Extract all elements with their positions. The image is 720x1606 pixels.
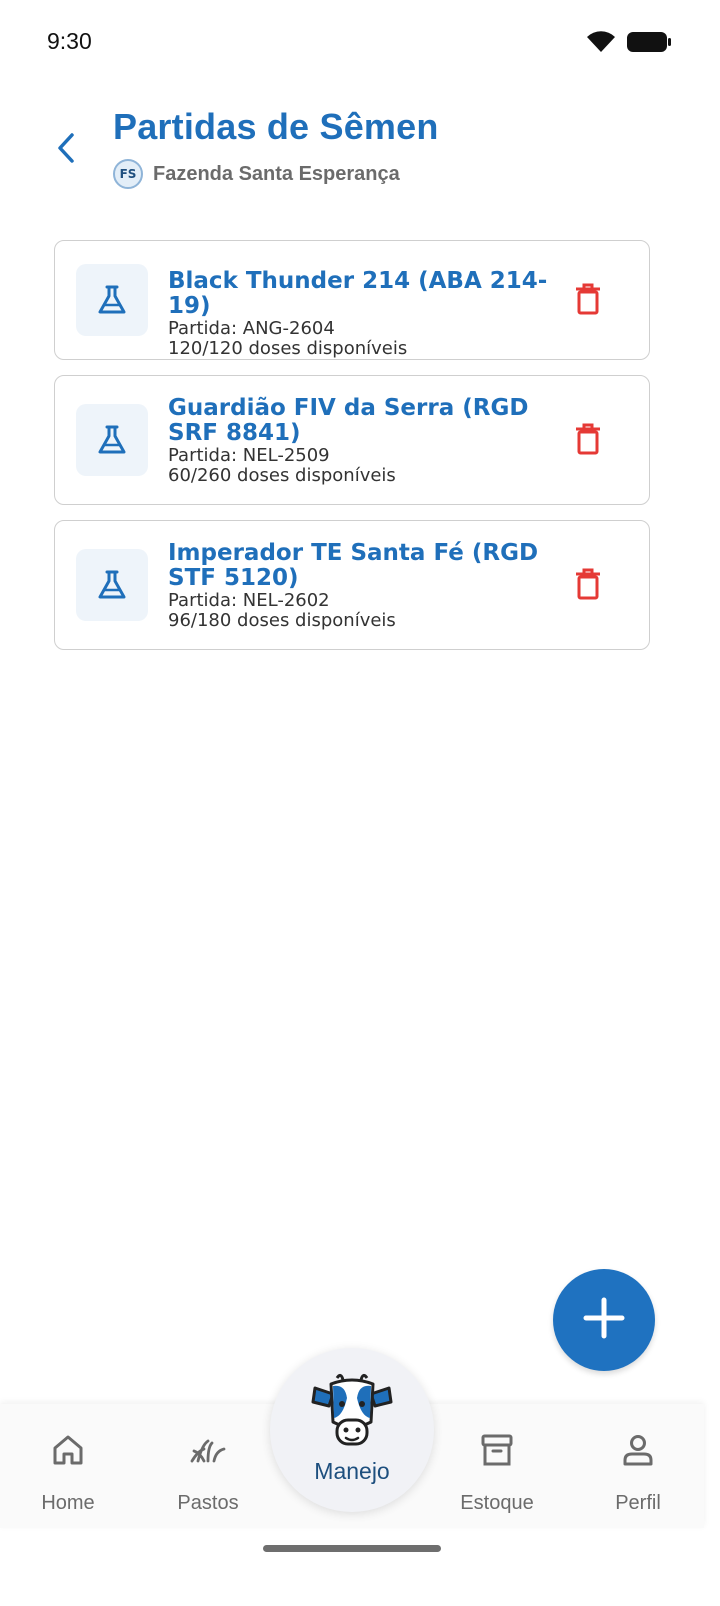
- grass-icon: [190, 1430, 226, 1470]
- farm-name: Fazenda Santa Esperança: [153, 162, 400, 185]
- status-time: 9:30: [47, 28, 92, 54]
- batch-card[interactable]: Guardião FIV da Serra (RGD SRF 8841) Par…: [54, 375, 650, 505]
- chevron-left-icon: [55, 131, 77, 169]
- nav-manejo[interactable]: Manejo: [270, 1348, 434, 1512]
- battery-icon: [626, 30, 672, 58]
- person-icon: [621, 1430, 655, 1470]
- trash-icon: [574, 282, 602, 320]
- batch-doses: 60/260 doses disponíveis: [168, 465, 396, 486]
- home-indicator: [263, 1545, 441, 1552]
- nav-estoque[interactable]: Estoque: [452, 1404, 542, 1528]
- trash-icon: [574, 567, 602, 605]
- delete-button[interactable]: [571, 421, 605, 461]
- back-button[interactable]: [46, 130, 86, 170]
- delete-button[interactable]: [571, 281, 605, 321]
- nav-perfil[interactable]: Perfil: [598, 1404, 678, 1528]
- nav-pastos[interactable]: Pastos: [168, 1404, 248, 1528]
- home-icon: [51, 1430, 85, 1470]
- page-title: Partidas de Sêmen: [113, 106, 439, 147]
- status-bar: 9:30: [0, 0, 720, 86]
- nav-pastos-label: Pastos: [177, 1492, 239, 1514]
- flask-icon: [76, 404, 148, 476]
- farm-selector[interactable]: FS Fazenda Santa Esperança: [113, 159, 400, 189]
- plus-icon: [582, 1296, 626, 1344]
- flask-icon: [76, 264, 148, 336]
- farm-avatar: FS: [113, 159, 143, 189]
- batch-card[interactable]: Imperador TE Santa Fé (RGD STF 5120) Par…: [54, 520, 650, 650]
- wifi-icon: [586, 30, 616, 58]
- batch-lot: Partida: ANG-2604: [168, 318, 335, 339]
- delete-button[interactable]: [571, 566, 605, 606]
- status-icons: [586, 30, 672, 58]
- batch-lot: Partida: NEL-2509: [168, 445, 330, 466]
- batch-name: Black Thunder 214 (ABA 214-19): [168, 268, 548, 319]
- batch-lot: Partida: NEL-2602: [168, 590, 330, 611]
- flask-icon: [76, 549, 148, 621]
- nav-perfil-label: Perfil: [615, 1492, 661, 1514]
- nav-home[interactable]: Home: [28, 1404, 108, 1528]
- cow-icon: [307, 1370, 397, 1458]
- trash-icon: [574, 422, 602, 460]
- batch-doses: 120/120 doses disponíveis: [168, 338, 408, 359]
- batch-doses: 96/180 doses disponíveis: [168, 610, 396, 631]
- add-batch-button[interactable]: [553, 1269, 655, 1371]
- archive-icon: [480, 1430, 514, 1470]
- nav-estoque-label: Estoque: [460, 1492, 534, 1514]
- batch-name: Imperador TE Santa Fé (RGD STF 5120): [168, 540, 539, 591]
- batch-card[interactable]: Black Thunder 214 (ABA 214-19) Partida: …: [54, 240, 650, 360]
- batch-name: Guardião FIV da Serra (RGD SRF 8841): [168, 395, 529, 446]
- nav-manejo-label: Manejo: [314, 1458, 390, 1484]
- nav-home-label: Home: [41, 1492, 95, 1514]
